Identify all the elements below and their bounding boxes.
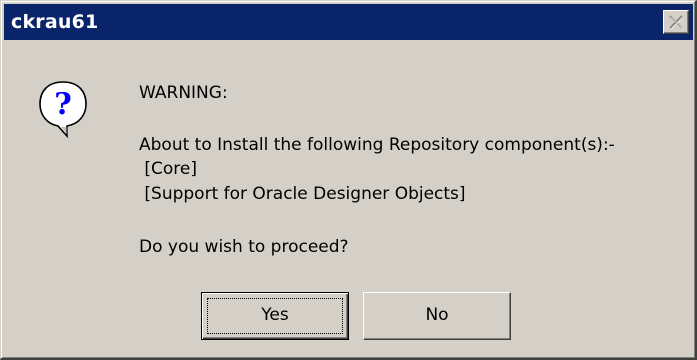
component-item-core: [Core] [139,159,198,179]
dialog-window: ckrau61 ? WARNING: About to Install the … [0,0,697,360]
title-bar[interactable]: ckrau61 [4,4,693,40]
install-message: About to Install the following Repositor… [139,135,615,155]
close-button[interactable] [663,10,689,34]
warning-label: WARNING: [139,83,228,103]
component-item-designer: [Support for Oracle Designer Objects] [139,184,466,204]
close-icon [669,15,683,29]
question-icon: ? [37,79,89,139]
no-button[interactable]: No [363,292,511,340]
yes-button[interactable]: Yes [201,292,349,340]
window-title: ckrau61 [11,11,99,33]
no-button-label: No [425,305,449,325]
yes-button-label: Yes [261,305,289,325]
svg-text:?: ? [54,87,72,122]
proceed-prompt: Do you wish to proceed? [139,237,349,257]
